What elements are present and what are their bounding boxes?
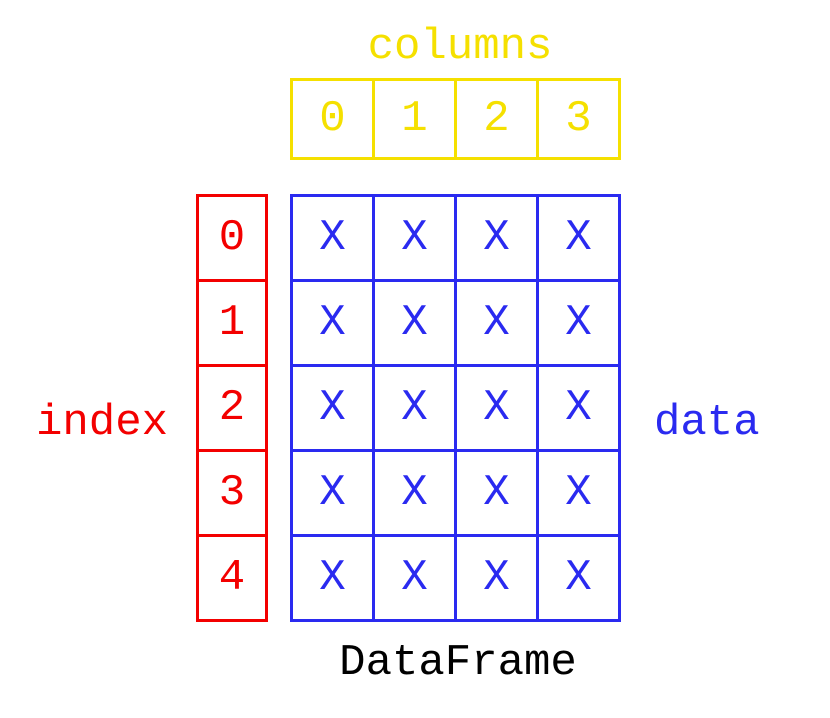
data-cell: X <box>454 279 539 367</box>
column-header-cell: 3 <box>536 78 621 160</box>
data-cell: X <box>290 449 375 537</box>
index-cell: 1 <box>196 279 268 367</box>
data-cell: X <box>454 534 539 622</box>
data-cell: X <box>372 534 457 622</box>
index-cell: 3 <box>196 449 268 537</box>
data-row: X X X X <box>290 279 621 367</box>
data-cell: X <box>536 449 621 537</box>
data-cell: X <box>372 449 457 537</box>
data-row: X X X X <box>290 364 621 452</box>
columns-label: columns <box>290 22 630 72</box>
data-cell: X <box>372 279 457 367</box>
data-cell: X <box>372 194 457 282</box>
data-grid: X X X X X X X X X X X X X X X X X X X X <box>290 194 621 622</box>
columns-header-row: 0 1 2 3 <box>290 78 621 160</box>
diagram-title: DataFrame <box>240 638 676 688</box>
data-cell: X <box>290 364 375 452</box>
data-cell: X <box>454 449 539 537</box>
column-header-cell: 0 <box>290 78 375 160</box>
data-cell: X <box>536 534 621 622</box>
data-cell: X <box>454 364 539 452</box>
index-label: index <box>36 398 168 448</box>
data-cell: X <box>536 364 621 452</box>
data-cell: X <box>290 194 375 282</box>
index-cell: 4 <box>196 534 268 622</box>
data-row: X X X X <box>290 449 621 537</box>
data-row: X X X X <box>290 534 621 622</box>
data-cell: X <box>536 279 621 367</box>
index-column: 0 1 2 3 4 <box>196 194 268 622</box>
data-cell: X <box>290 279 375 367</box>
data-cell: X <box>290 534 375 622</box>
data-cell: X <box>454 194 539 282</box>
index-cell: 2 <box>196 364 268 452</box>
index-cell: 0 <box>196 194 268 282</box>
data-cell: X <box>536 194 621 282</box>
data-cell: X <box>372 364 457 452</box>
column-header-cell: 2 <box>454 78 539 160</box>
column-header-cell: 1 <box>372 78 457 160</box>
data-row: X X X X <box>290 194 621 282</box>
dataframe-diagram: columns 0 1 2 3 index 0 1 2 3 4 data X X… <box>0 0 830 718</box>
data-label: data <box>654 398 760 448</box>
